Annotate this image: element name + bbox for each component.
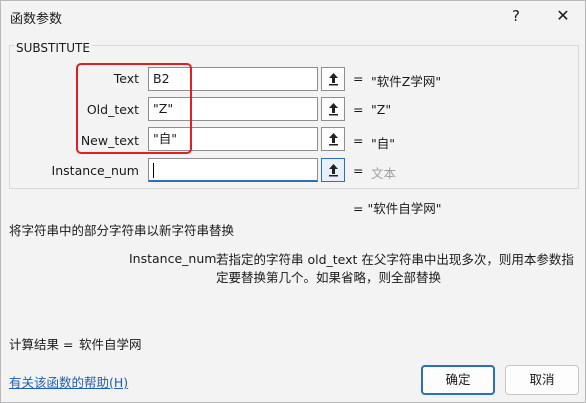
instance-num-equals: = [353, 163, 364, 178]
ok-button[interactable]: 确定 [421, 365, 495, 395]
parameter-help-description: 若指定的字符串 old_text 在父字符串中出现多次，则用本参数指定要替换第几… [216, 252, 574, 285]
formula-result: = "软件自学网" [353, 201, 442, 216]
parameter-help-name: Instance_num [129, 251, 217, 266]
text-arg-result: "软件Z学网" [371, 74, 442, 89]
text-caret [153, 163, 154, 178]
text-equals: = [353, 71, 364, 86]
old-text-arg-result: "Z" [371, 102, 392, 117]
new-text-arg-result: "自" [371, 136, 395, 151]
instance-num-range-picker-button[interactable] [321, 158, 345, 182]
new-text-equals: = [353, 133, 364, 148]
instance-num-arg-result: 文本 [371, 166, 397, 181]
calculation-result-label: 计算结果 = [9, 337, 74, 352]
old-text-range-picker-button[interactable] [321, 97, 345, 121]
close-button[interactable]: ✕ [549, 3, 577, 29]
instance-num-arg-input[interactable] [148, 158, 318, 182]
new-text-range-picker-button[interactable] [321, 127, 345, 151]
function-arguments-dialog: 函数参数 ? ✕ SUBSTITUTE Text B2 = "软件Z学网" Ol… [0, 0, 586, 403]
function-description: 将字符串中的部分字符串以新字符串替换 [9, 223, 235, 238]
text-range-picker-button[interactable] [321, 67, 345, 91]
function-help-link[interactable]: 有关该函数的帮助(H) [9, 372, 128, 391]
cancel-button[interactable]: 取消 [505, 365, 579, 395]
instance-num-arg-label: Instance_num [51, 163, 139, 178]
function-name-label: SUBSTITUTE [14, 41, 92, 55]
highlight-box [76, 63, 192, 154]
title-bar: 函数参数 ? ✕ [1, 1, 585, 32]
dialog-title: 函数参数 [10, 12, 63, 27]
calculation-result-value: 软件自学网 [79, 337, 142, 352]
old-text-equals: = [353, 102, 364, 117]
help-button[interactable]: ? [505, 3, 527, 29]
